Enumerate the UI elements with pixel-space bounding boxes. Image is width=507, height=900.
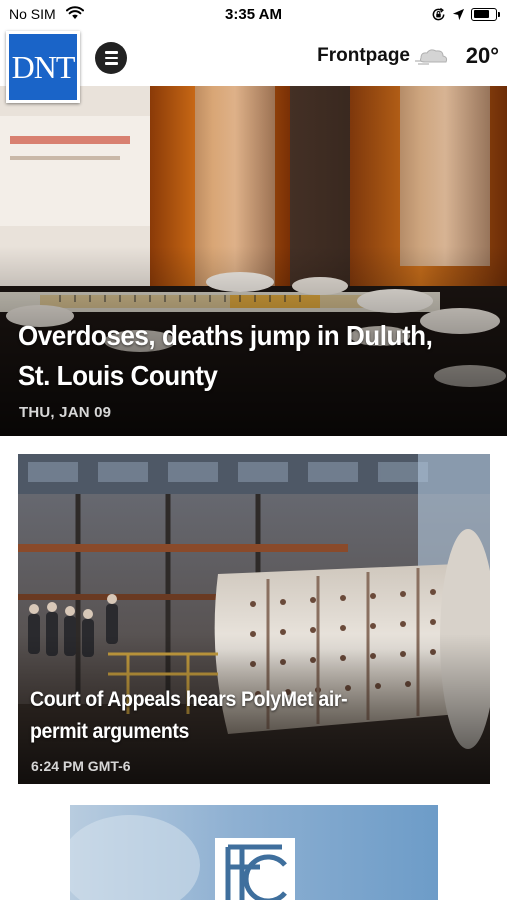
battery-icon <box>471 7 500 21</box>
lead-headline[interactable]: Overdoses, deaths jump in Duluth, St. Lo… <box>18 316 458 396</box>
status-bar: No SIM 3:35 AM <box>0 0 507 30</box>
dnt-logo[interactable]: DNT <box>6 31 80 103</box>
section-title[interactable]: Frontpage <box>317 45 410 67</box>
ad-banner[interactable] <box>70 805 438 900</box>
rotation-lock-icon <box>432 7 445 20</box>
app-header: DNT Frontpage 20° <box>0 30 507 103</box>
story-headline[interactable]: Court of Appeals hears PolyMet air- perm… <box>30 684 348 748</box>
ad-logo-icon <box>215 838 295 900</box>
lead-story-card[interactable]: Overdoses, deaths jump in Duluth, St. Lo… <box>0 86 507 436</box>
location-icon <box>452 8 465 20</box>
story-headline-line2: permit arguments <box>30 720 190 743</box>
lead-headline-line1: Overdoses, deaths jump in Duluth, <box>18 320 433 351</box>
menu-icon <box>104 51 118 54</box>
story-time: 6:24 PM GMT-6 <box>31 758 131 774</box>
lead-headline-line2: St. Louis County <box>18 360 218 391</box>
menu-button[interactable] <box>95 42 127 74</box>
story-headline-line1: Court of Appeals hears PolyMet air- <box>30 688 348 711</box>
story-card[interactable]: Court of Appeals hears PolyMet air- perm… <box>18 454 490 784</box>
logo-text: DNT <box>11 48 76 85</box>
lead-date: THU, JAN 09 <box>19 404 112 421</box>
ad-image <box>70 805 438 900</box>
cloudy-wind-icon[interactable] <box>413 48 449 68</box>
temperature[interactable]: 20° <box>466 43 499 69</box>
